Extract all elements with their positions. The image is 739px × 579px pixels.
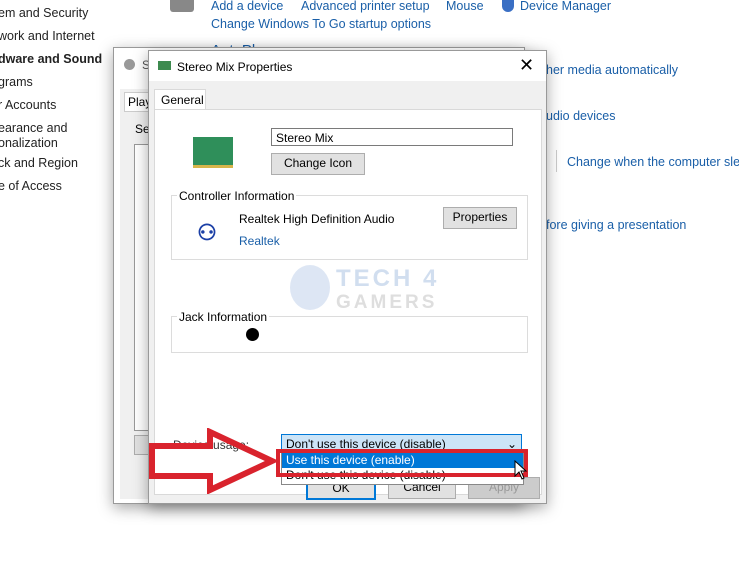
jack-icon <box>246 328 259 341</box>
windows-to-go-link[interactable]: Change Windows To Go startup options <box>211 17 431 31</box>
change-icon-button[interactable]: Change Icon <box>271 153 365 175</box>
sidebar-item-clock-region[interactable]: ck and Region <box>0 156 78 170</box>
close-icon[interactable]: ✕ <box>519 54 534 76</box>
sidebar-item-appearance-2[interactable]: onalization <box>0 136 58 150</box>
properties-button[interactable]: Properties <box>443 207 517 229</box>
printer-setup-link[interactable]: Advanced printer setup <box>301 0 430 13</box>
sidebar-item-user-accounts[interactable]: r Accounts <box>0 98 56 112</box>
sidebar-item-system-security[interactable]: em and Security <box>0 6 88 20</box>
watermark-text: TECH 4 GAMERS <box>336 265 440 314</box>
controller-vendor: Realtek <box>239 234 280 248</box>
sidebar-item-programs[interactable]: grams <box>0 75 33 89</box>
device-name-input[interactable]: Stereo Mix <box>271 128 513 146</box>
sidebar-item-ease-of-access[interactable]: e of Access <box>0 179 62 193</box>
sidebar-item-appearance[interactable]: earance and <box>0 121 68 135</box>
controller-group: ⚇ Realtek High Definition Audio Realtek … <box>171 195 528 260</box>
mouse-cursor-icon <box>514 460 528 480</box>
sidebar-item-hardware-sound[interactable]: dware and Sound <box>0 52 102 66</box>
jack-label: Jack Information <box>177 310 270 324</box>
realtek-crab-icon: ⚇ <box>197 220 217 245</box>
shield-icon <box>502 0 514 12</box>
controller-name: Realtek High Definition Audio <box>239 212 395 226</box>
controller-label: Controller Information <box>177 189 297 203</box>
audio-link[interactable]: udio devices <box>546 109 616 123</box>
presentation-link[interactable]: fore giving a presentation <box>546 218 686 232</box>
mouse-link[interactable]: Mouse <box>446 0 484 13</box>
tab-general[interactable]: General <box>154 89 206 109</box>
sound-card-icon <box>193 137 233 168</box>
device-manager-link[interactable]: Device Manager <box>520 0 611 13</box>
highlight-box <box>276 449 528 477</box>
dialog-title: Stereo Mix Properties <box>177 60 293 74</box>
sleep-link[interactable]: Change when the computer slee <box>567 155 739 169</box>
divider <box>556 150 557 172</box>
media-link[interactable]: her media automatically <box>546 63 678 77</box>
arrow-annotation-icon <box>149 428 278 494</box>
sound-card-small-icon <box>158 61 171 70</box>
watermark-logo <box>290 265 330 310</box>
speaker-icon <box>124 59 135 70</box>
sidebar-item-network[interactable]: work and Internet <box>0 29 95 43</box>
printer-icon <box>170 0 194 12</box>
add-device-link[interactable]: Add a device <box>211 0 283 13</box>
